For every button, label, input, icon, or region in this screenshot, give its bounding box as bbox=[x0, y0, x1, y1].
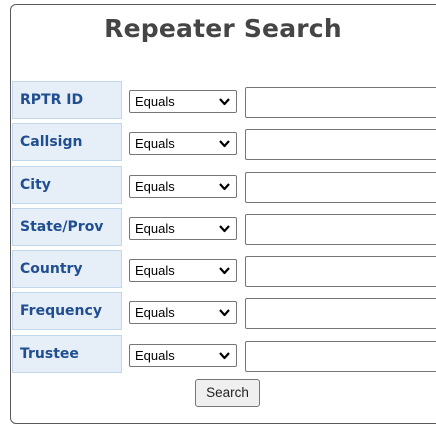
chevron-down-icon bbox=[219, 309, 230, 317]
search-row-city: City Equals bbox=[12, 166, 436, 204]
search-row-frequency: Frequency Equals bbox=[12, 292, 436, 330]
operator-select[interactable]: Equals bbox=[129, 344, 237, 367]
search-button[interactable]: Search bbox=[195, 379, 260, 407]
operator-select[interactable]: Equals bbox=[129, 259, 237, 282]
page-title: Repeater Search bbox=[104, 14, 342, 43]
chevron-down-icon bbox=[219, 140, 230, 148]
value-input[interactable] bbox=[245, 87, 436, 118]
value-input[interactable] bbox=[245, 129, 436, 160]
chevron-down-icon bbox=[219, 225, 230, 233]
chevron-down-icon bbox=[219, 352, 230, 360]
search-row-country: Country Equals bbox=[12, 250, 436, 288]
operator-select-value: Equals bbox=[135, 179, 175, 194]
field-label: Callsign bbox=[12, 123, 122, 161]
search-row-callsign: Callsign Equals bbox=[12, 123, 436, 161]
search-row-trustee: Trustee Equals bbox=[12, 335, 436, 373]
operator-select-value: Equals bbox=[135, 263, 175, 278]
value-input[interactable] bbox=[245, 214, 436, 245]
field-label: Country bbox=[12, 250, 122, 288]
operator-select-value: Equals bbox=[135, 221, 175, 236]
operator-select-value: Equals bbox=[135, 94, 175, 109]
field-label: City bbox=[12, 166, 122, 204]
operator-select[interactable]: Equals bbox=[129, 175, 237, 198]
field-label: Trustee bbox=[12, 335, 122, 373]
operator-select-value: Equals bbox=[135, 136, 175, 151]
field-label: Frequency bbox=[12, 292, 122, 330]
value-input[interactable] bbox=[245, 341, 436, 372]
chevron-down-icon bbox=[219, 183, 230, 191]
operator-select-value: Equals bbox=[135, 348, 175, 363]
operator-select[interactable]: Equals bbox=[129, 132, 237, 155]
operator-select-value: Equals bbox=[135, 305, 175, 320]
value-input[interactable] bbox=[245, 298, 436, 329]
chevron-down-icon bbox=[219, 267, 230, 275]
value-input[interactable] bbox=[245, 172, 436, 203]
search-row-state-prov: State/Prov Equals bbox=[12, 208, 436, 246]
operator-select[interactable]: Equals bbox=[129, 90, 237, 113]
field-label: State/Prov bbox=[12, 208, 122, 246]
chevron-down-icon bbox=[219, 98, 230, 106]
operator-select[interactable]: Equals bbox=[129, 301, 237, 324]
field-label: RPTR ID bbox=[12, 81, 122, 119]
value-input[interactable] bbox=[245, 256, 436, 287]
operator-select[interactable]: Equals bbox=[129, 217, 237, 240]
search-row-rptr-id: RPTR ID Equals bbox=[12, 81, 436, 119]
